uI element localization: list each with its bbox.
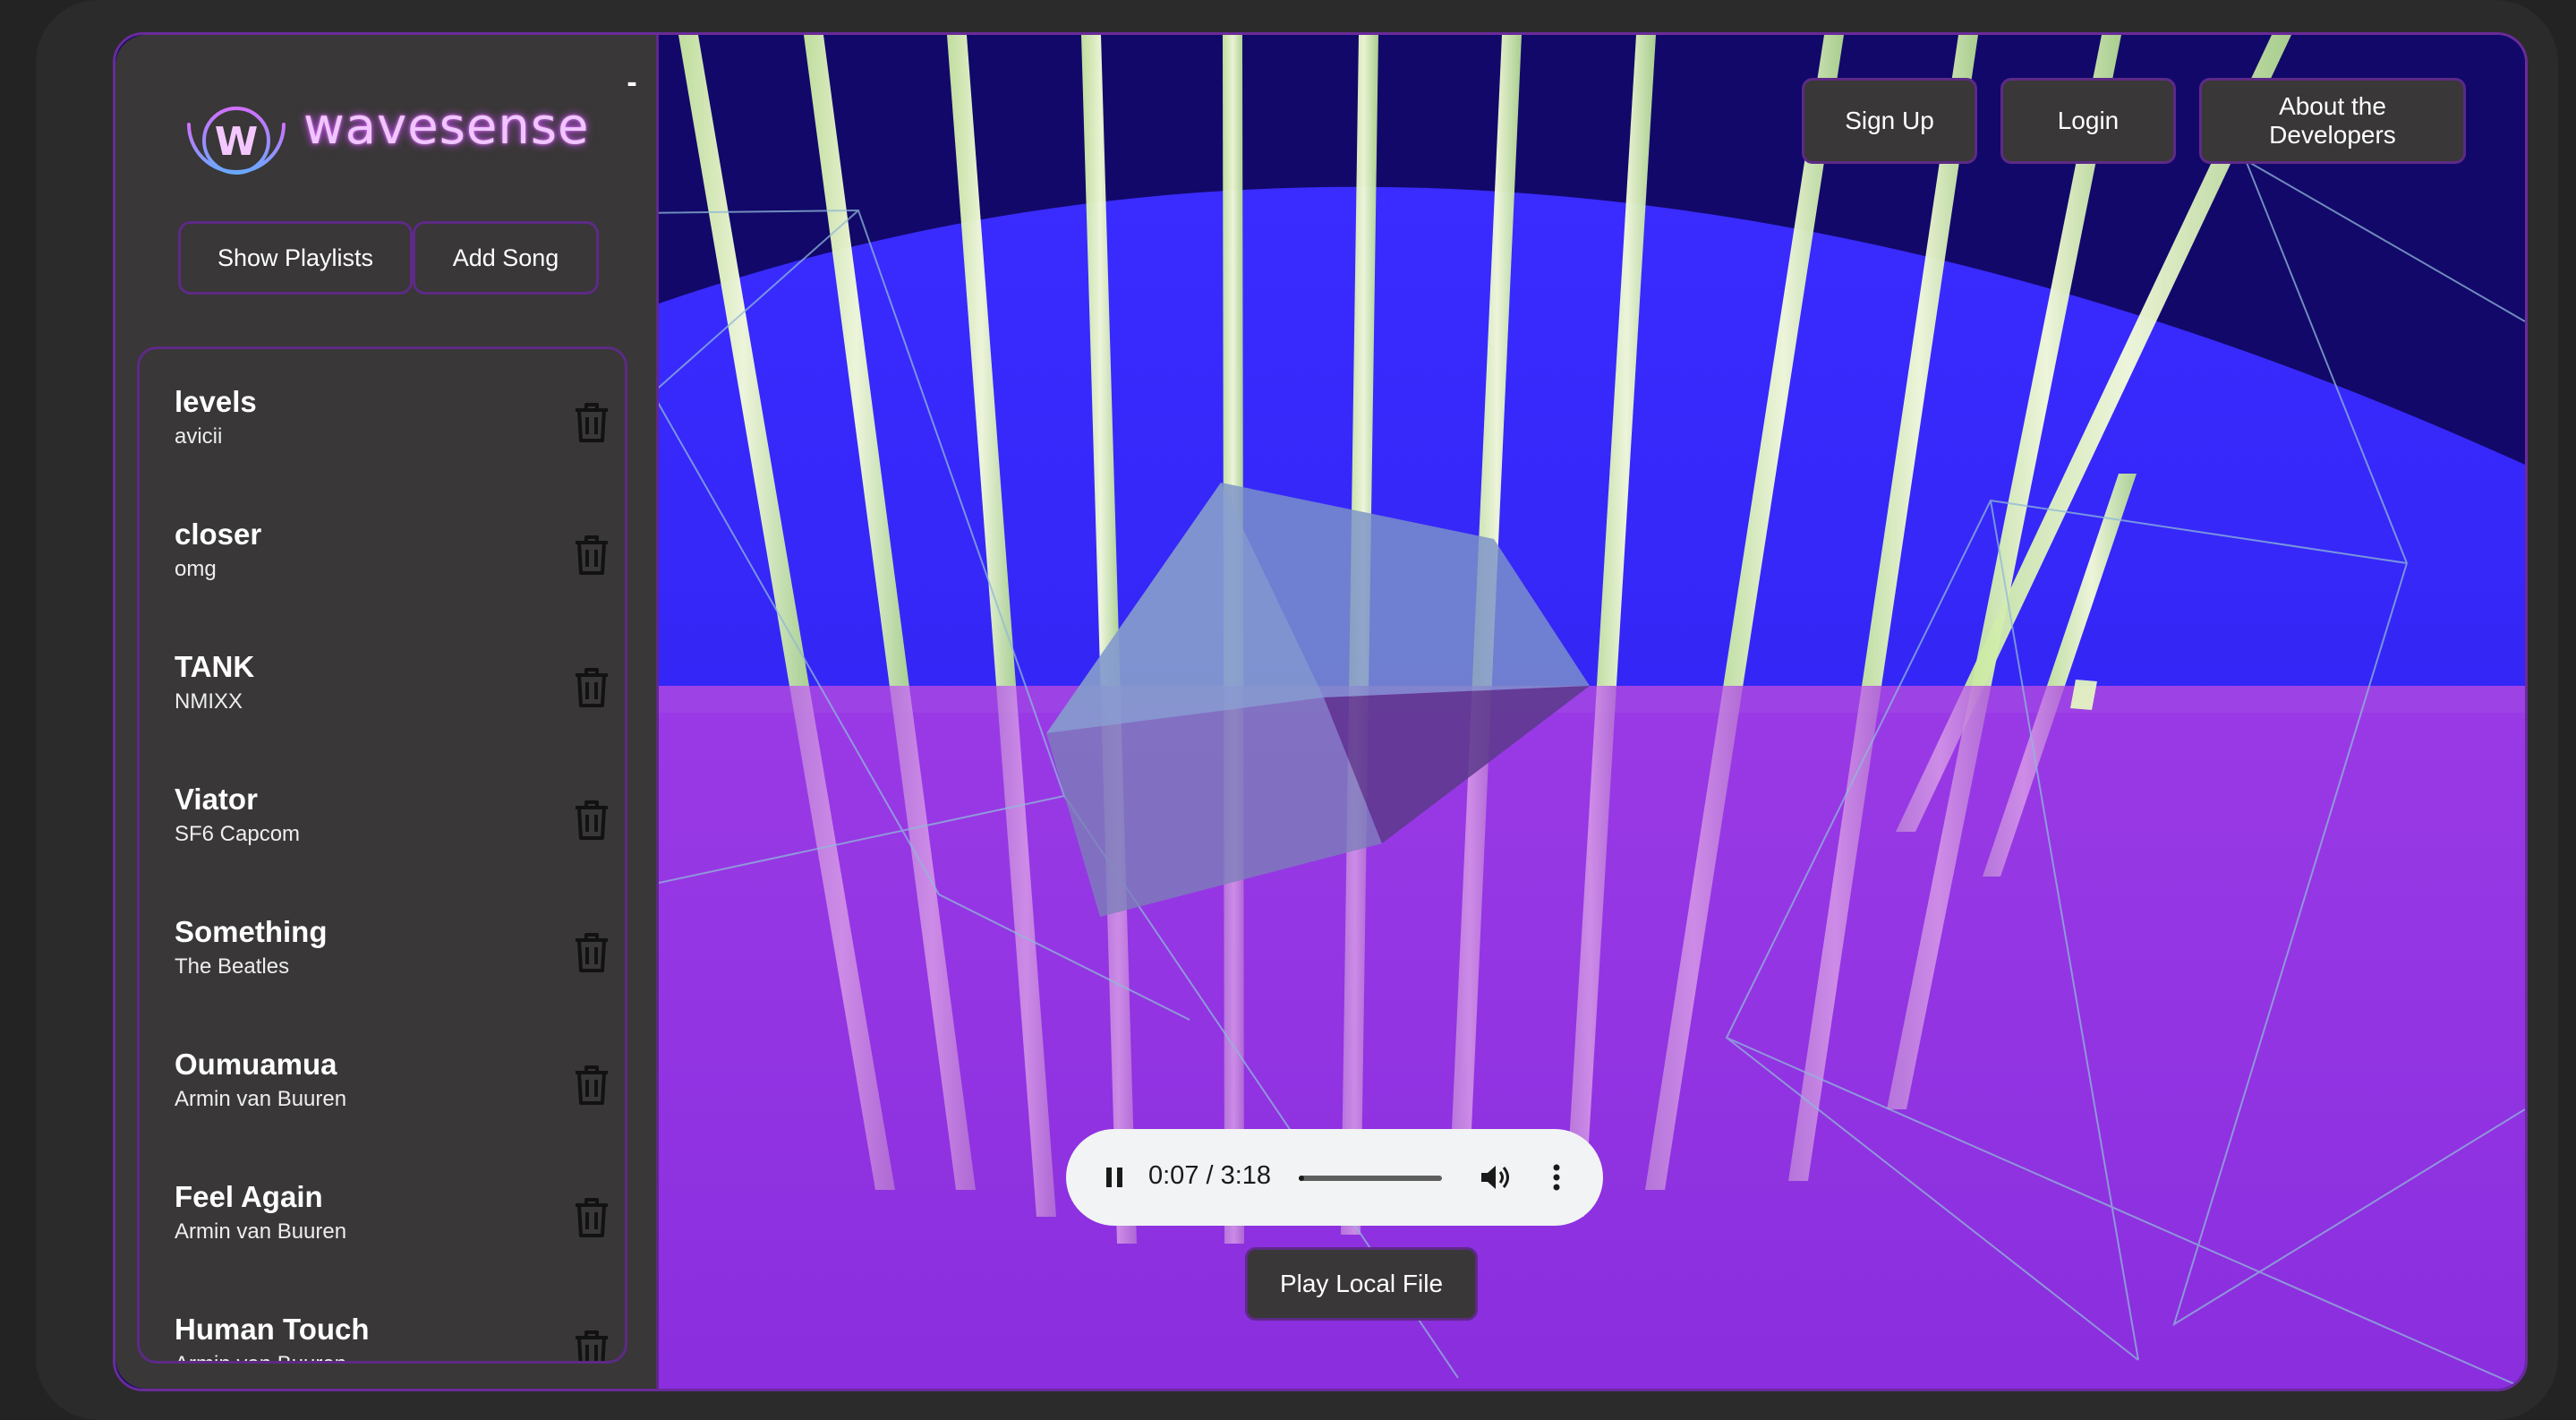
song-title: Viator	[175, 783, 258, 816]
app-background: - W wavesense Show Playlists Add Song le…	[36, 0, 2558, 1420]
song-title: levels	[175, 385, 257, 418]
song-title: Something	[175, 915, 328, 948]
audio-player: 0:07 / 3:18	[1066, 1129, 1603, 1226]
song-title: TANK	[175, 650, 255, 683]
list-item[interactable]: Human Touch Armin van Buuren	[140, 1277, 625, 1364]
trash-icon[interactable]	[572, 1196, 611, 1239]
about-developers-button[interactable]: About the Developers	[2199, 78, 2466, 164]
trash-icon[interactable]	[572, 401, 611, 444]
list-item[interactable]: TANK NMIXX	[140, 614, 625, 747]
list-item[interactable]: Oumuamua Armin van Buuren	[140, 1012, 625, 1144]
song-title: Oumuamua	[175, 1048, 337, 1081]
trash-icon[interactable]	[572, 1329, 611, 1364]
list-item[interactable]: Feel Again Armin van Buuren	[140, 1144, 625, 1277]
list-item[interactable]: levels avicii	[140, 349, 625, 482]
trash-icon[interactable]	[572, 799, 611, 842]
app-frame: - W wavesense Show Playlists Add Song le…	[113, 32, 2528, 1391]
login-button[interactable]: Login	[2000, 78, 2176, 164]
more-options-icon[interactable]	[1551, 1163, 1562, 1192]
song-artist: Armin van Buuren	[175, 1219, 347, 1244]
trash-icon[interactable]	[572, 1064, 611, 1107]
song-artist: SF6 Capcom	[175, 822, 301, 846]
song-artist: Armin van Buuren	[175, 1352, 346, 1361]
song-artist: NMIXX	[175, 689, 243, 714]
trash-icon[interactable]	[572, 931, 611, 974]
volume-icon[interactable]	[1480, 1163, 1512, 1192]
list-item[interactable]: Something The Beatles	[140, 879, 625, 1012]
seek-bar[interactable]	[1299, 1176, 1442, 1181]
song-artist: The Beatles	[175, 954, 290, 979]
sign-up-button[interactable]: Sign Up	[1802, 78, 1977, 164]
seek-progress	[1299, 1176, 1305, 1181]
song-title: closer	[175, 518, 262, 551]
trash-icon[interactable]	[572, 534, 611, 577]
song-artist: avicii	[175, 424, 223, 449]
logo-mark-icon: W	[187, 67, 286, 175]
song-artist: Armin van Buuren	[175, 1087, 347, 1111]
show-playlists-button[interactable]: Show Playlists	[178, 221, 413, 295]
logo: W wavesense	[169, 62, 617, 196]
svg-text:W: W	[215, 119, 259, 165]
sidebar: - W wavesense Show Playlists Add Song le…	[115, 35, 659, 1389]
song-list: levels avicii closer omg TANK NMIXX Viat…	[137, 346, 627, 1364]
collapse-sidebar-button[interactable]: -	[618, 67, 645, 101]
song-title: Human Touch	[175, 1313, 370, 1346]
list-item[interactable]: closer omg	[140, 482, 625, 614]
add-song-button[interactable]: Add Song	[413, 221, 599, 295]
pause-icon[interactable]	[1102, 1165, 1127, 1190]
song-title: Feel Again	[175, 1180, 323, 1213]
play-local-file-button[interactable]: Play Local File	[1245, 1247, 1478, 1321]
brand-name: wavesense	[303, 98, 590, 156]
list-item[interactable]: Viator SF6 Capcom	[140, 747, 625, 879]
song-artist: omg	[175, 557, 217, 581]
trash-icon[interactable]	[572, 666, 611, 709]
time-display: 0:07 / 3:18	[1148, 1161, 1272, 1190]
